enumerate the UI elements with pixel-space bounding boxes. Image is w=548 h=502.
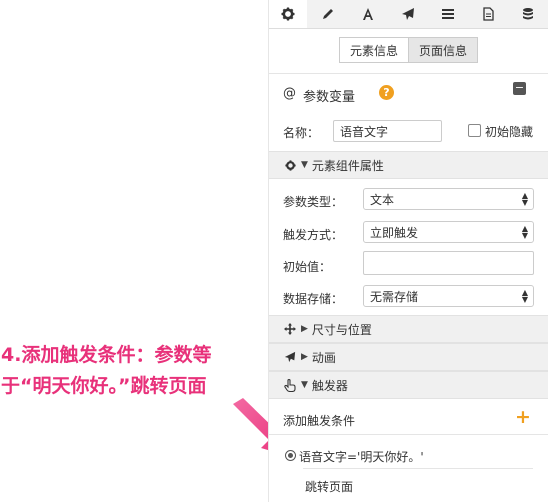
name-label: 名称： [283,126,320,140]
variable-title: 参数变量 [303,90,356,105]
section-size-position-title: 尺寸与位置 [311,322,372,337]
condition-item[interactable]: 语音文字='明天你好。' [299,448,424,465]
select-arrows-icon: ▲ ▼ [521,191,528,207]
section-element-props-title: 元素组件属性 [311,158,384,173]
hidden-checkbox[interactable] [468,124,481,137]
section-animation[interactable]: ▶ 动画 [269,343,548,371]
storage-label: 数据存储： [283,292,344,306]
name-input[interactable]: 语音文字 [333,120,442,142]
trigger-mode-select[interactable]: 立即触发 ▲ ▼ [363,221,534,243]
paper-plane-icon[interactable] [389,0,427,28]
storage-select[interactable]: 无需存储 ▲ ▼ [363,285,534,307]
info-tabs: 元素信息 页面信息 [339,37,479,63]
select-arrows-icon: ▲ ▼ [521,288,528,304]
database-icon[interactable] [509,0,547,28]
trigger-mode-label: 触发方式： [283,228,344,242]
help-icon[interactable]: ? [379,85,394,100]
section-trigger[interactable]: ▼ 触发器 [269,371,548,399]
add-condition-button[interactable]: + [515,406,531,428]
initial-value-input[interactable] [363,251,534,275]
hidden-label: 初始隐藏 [485,125,534,139]
caret-down-icon: ▼ [301,160,308,170]
move-icon [283,323,297,335]
section-size-position[interactable]: ▶ 尺寸与位置 [269,315,548,343]
at-symbol: @ [283,86,296,101]
add-condition-label: 添加触发条件 [283,414,356,428]
gear-icon[interactable] [269,0,307,28]
tab-element-info[interactable]: 元素信息 [339,37,410,63]
gear-icon [283,159,297,171]
pencil-icon[interactable] [309,0,347,28]
select-arrows-icon: ▲ ▼ [521,224,528,240]
action-item[interactable]: 跳转页面 [305,478,353,495]
caret-right-icon: ▶ [301,324,308,334]
section-trigger-title: 触发器 [311,378,348,393]
collapse-icon[interactable]: − [513,82,526,95]
tab-page-info[interactable]: 页面信息 [409,37,479,63]
radio-icon[interactable] [285,450,296,461]
caret-down-icon: ▼ [301,380,308,390]
annotation-line-1: 4.添加触发条件：参数等 [1,344,212,366]
section-element-props[interactable]: ▼ 元素组件属性 [269,151,548,179]
param-type-label: 参数类型： [283,195,344,209]
annotation-text: 4.添加触发条件：参数等 于“明天你好。”跳转页面 [1,340,269,402]
initial-value-label: 初始值： [283,260,332,274]
caret-right-icon: ▶ [301,352,308,362]
param-type-select[interactable]: 文本 ▲ ▼ [363,188,534,210]
panel-toolbar [269,0,548,29]
paper-plane-icon [283,351,297,363]
hand-pointer-icon [283,378,297,392]
property-panel: 元素信息 页面信息 @ 参数变量 ? − 名称： 语音文字 初始隐藏 ▼ 元素组… [268,0,548,502]
text-a-icon[interactable] [349,0,387,28]
list-icon[interactable] [429,0,467,28]
document-icon[interactable] [469,0,507,28]
section-animation-title: 动画 [311,350,336,365]
